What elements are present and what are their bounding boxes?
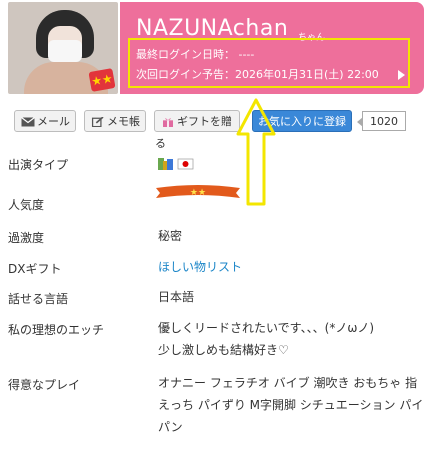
flag-circle [182,161,189,167]
popularity-ribbon-icon: ★★ [156,185,240,198]
up-arrow-annotation-icon [236,98,276,206]
gift-icon [163,118,173,127]
profile-header: ★★ NAZUNAchan ちゃん 最終ログイン日時： ---- 次回ログイン予… [0,0,426,96]
last-login: 最終ログイン日時： ---- [136,48,255,61]
type-icons [158,158,194,170]
detail-label: DXギフト [8,262,62,276]
memo-label: メモ帳 [107,115,140,128]
detail-label: 得意なプレイ [8,378,81,392]
favorite-count: 1020 [357,111,406,131]
detail-label: 私の理想のエッチ [8,323,105,337]
rank-badge-icon: ★★ [88,68,116,92]
detail-label: 人気度 [8,198,45,212]
type-bar-icon [167,159,173,170]
profile-photo[interactable]: ★★ [8,2,118,94]
mail-icon [21,117,35,127]
gift-button[interactable]: ギフトを贈る [154,110,240,150]
next-login: 次回ログイン予告：2026年01月31日(土) 22:00 [136,68,379,81]
mail-button[interactable]: メール [14,110,76,132]
mail-label: メール [37,115,70,128]
detail-value: 秘密 [158,229,183,243]
detail-label: 過激度 [8,231,45,245]
detail-label: 話せる言語 [8,292,69,306]
photo-mask [48,40,82,62]
detail-label: 出演タイプ [8,158,69,172]
memo-icon [91,117,104,127]
wishlist-link[interactable]: ほしい物リスト [158,256,426,278]
detail-value: 優しくリードされたいです、、、(*ノωノ) 少し激しめも結構好き♡ [158,321,375,357]
performer-type-icons [158,156,196,175]
detail-value: 日本語 [158,290,195,304]
play-arrow-icon[interactable] [398,70,405,80]
popularity-stars: ★★ [190,188,206,198]
detail-value: オナニー フェラチオ バイブ 潮吹き おもちゃ 指えっち パイずり M字開脚 シ… [158,376,424,434]
memo-button[interactable]: メモ帳 [84,110,146,132]
